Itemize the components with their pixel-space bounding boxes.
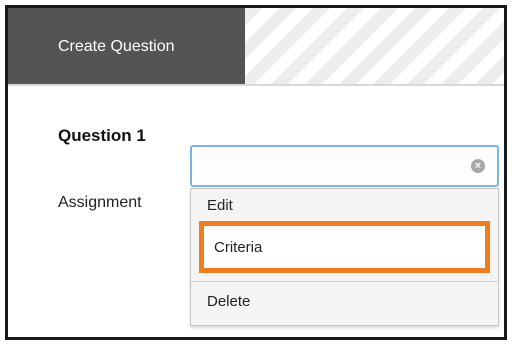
menu-divider [191,281,498,282]
header-bar: Create Question [8,8,504,86]
menu-item-criteria[interactable]: Criteria [199,221,490,273]
dropdown-input[interactable]: × [190,145,499,187]
assignment-label: Assignment [58,194,142,211]
dropdown-menu: Edit Criteria Delete [190,188,499,326]
question-title: Question 1 [58,126,146,145]
dialog-frame: Create Question Question 1 Assignment × … [5,5,507,340]
clear-icon[interactable]: × [471,159,485,173]
menu-item-edit[interactable]: Edit [191,197,498,214]
menu-item-delete[interactable]: Delete [191,293,498,310]
tab-create-question[interactable]: Create Question [8,8,245,86]
